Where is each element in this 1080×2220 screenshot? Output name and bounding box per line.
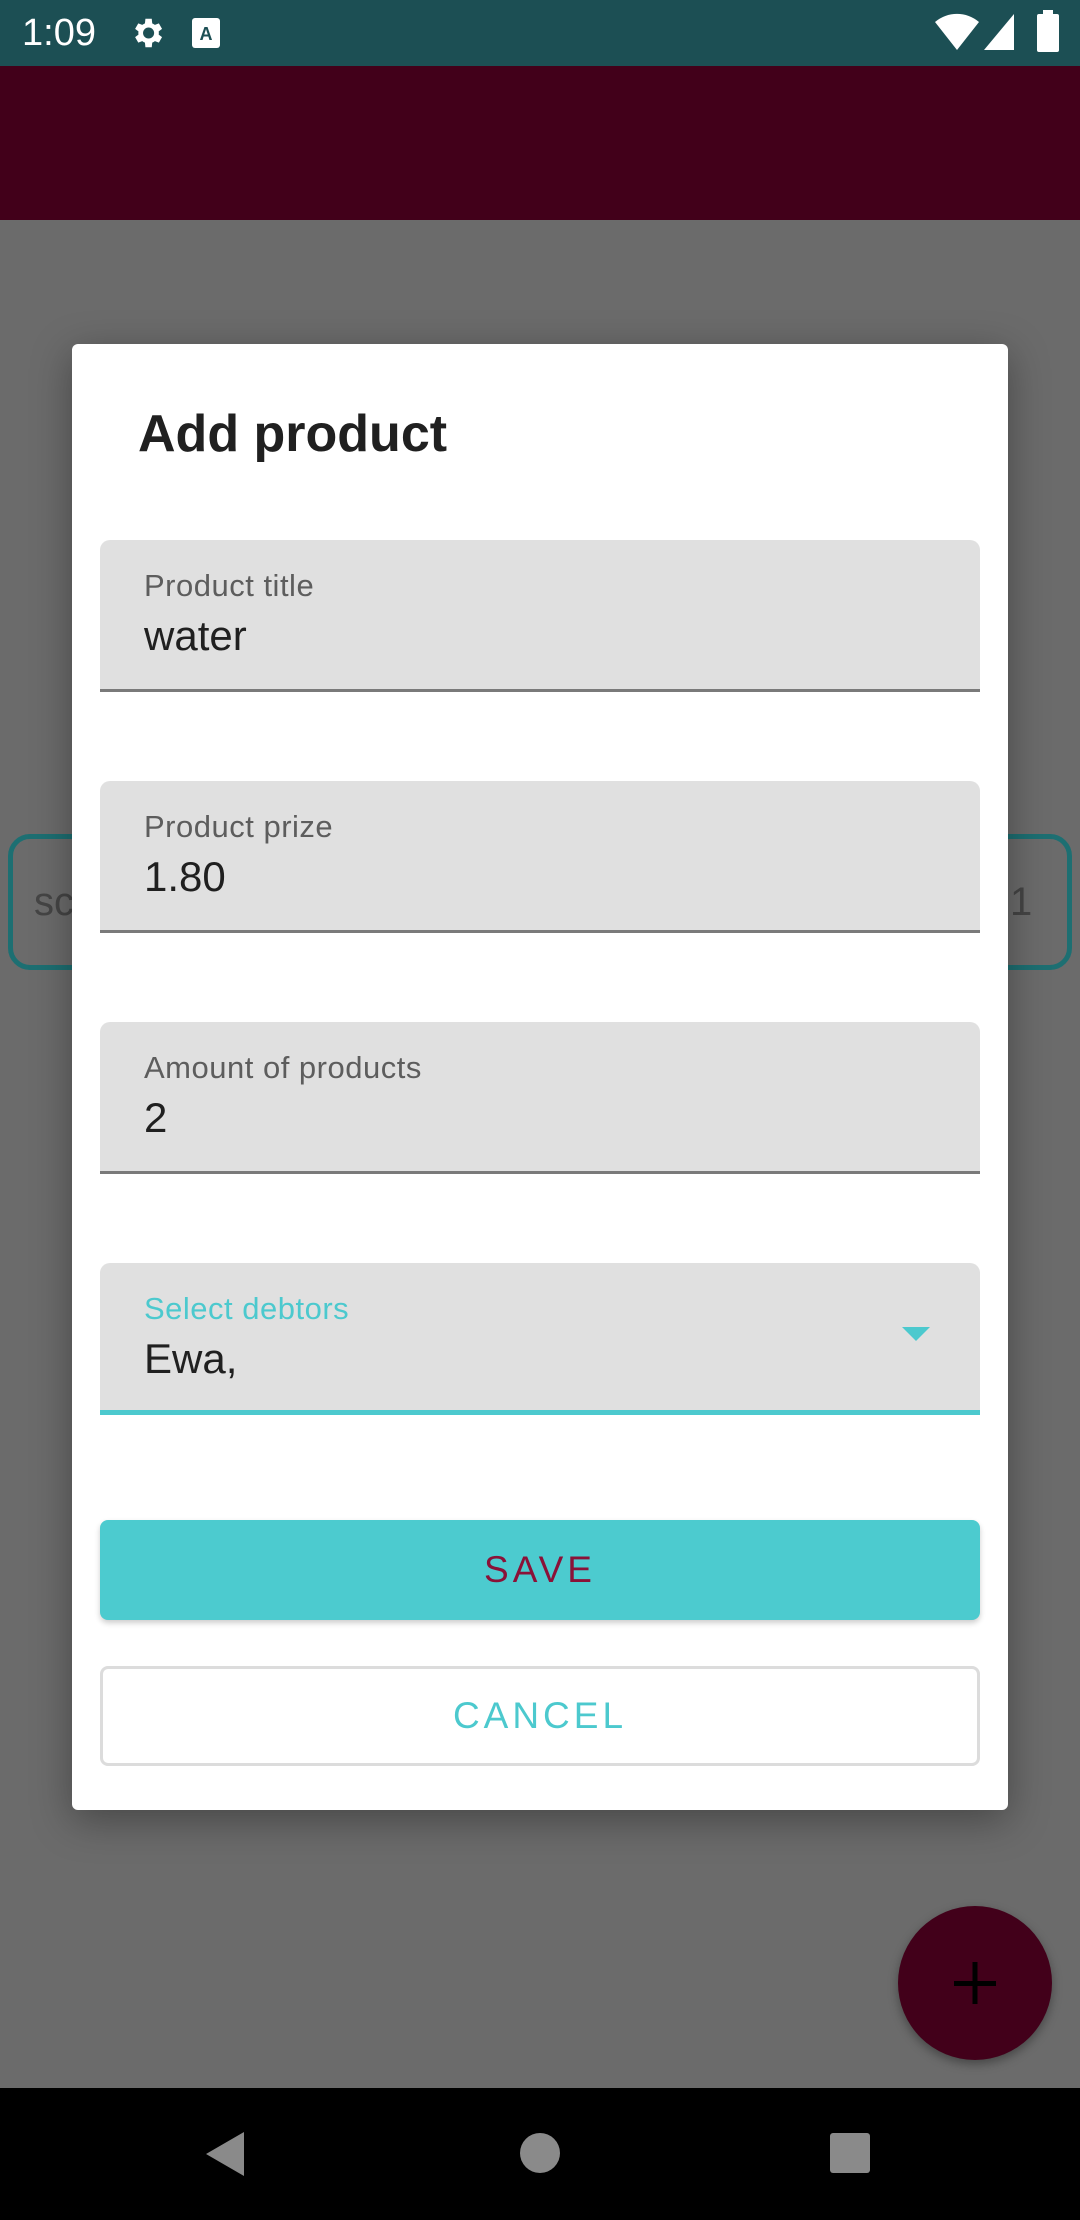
product-title-value[interactable]: water bbox=[144, 612, 247, 660]
product-amount-field[interactable]: Amount of products 2 bbox=[100, 1022, 980, 1174]
back-icon[interactable] bbox=[204, 2130, 248, 2178]
product-prize-value[interactable]: 1.80 bbox=[144, 853, 226, 901]
gear-icon bbox=[128, 14, 166, 52]
recents-icon[interactable] bbox=[829, 2132, 871, 2174]
save-button[interactable]: SAVE bbox=[100, 1520, 980, 1620]
app-bar bbox=[0, 66, 1080, 220]
product-amount-value[interactable]: 2 bbox=[144, 1094, 167, 1142]
product-title-field[interactable]: Product title water bbox=[100, 540, 980, 692]
select-debtors-value[interactable]: Ewa, bbox=[144, 1335, 237, 1383]
select-debtors-label: Select debtors bbox=[144, 1291, 350, 1326]
add-product-dialog: Add product Product title water Product … bbox=[72, 344, 1008, 1810]
list-item-right-text: 1 bbox=[1010, 880, 1033, 924]
product-prize-label: Product prize bbox=[144, 809, 334, 844]
dropdown-arrow-icon[interactable] bbox=[900, 1325, 932, 1343]
signal-icon bbox=[982, 12, 1016, 52]
add-fab-button[interactable] bbox=[898, 1906, 1052, 2060]
wifi-icon bbox=[934, 12, 980, 52]
plus-icon bbox=[954, 1962, 996, 2004]
product-prize-field[interactable]: Product prize 1.80 bbox=[100, 781, 980, 933]
battery-icon bbox=[1036, 10, 1060, 52]
status-time: 1:09 bbox=[22, 12, 96, 54]
product-title-label: Product title bbox=[144, 568, 315, 603]
home-icon[interactable] bbox=[519, 2132, 561, 2174]
select-debtors-dropdown[interactable]: Select debtors Ewa, bbox=[100, 1263, 980, 1415]
product-amount-label: Amount of products bbox=[144, 1050, 422, 1085]
a-icon: A bbox=[190, 16, 222, 50]
cancel-button[interactable]: CANCEL bbox=[100, 1666, 980, 1766]
list-item-left-text: sc bbox=[34, 880, 74, 924]
dialog-title: Add product bbox=[138, 405, 448, 463]
svg-text:A: A bbox=[200, 24, 213, 44]
